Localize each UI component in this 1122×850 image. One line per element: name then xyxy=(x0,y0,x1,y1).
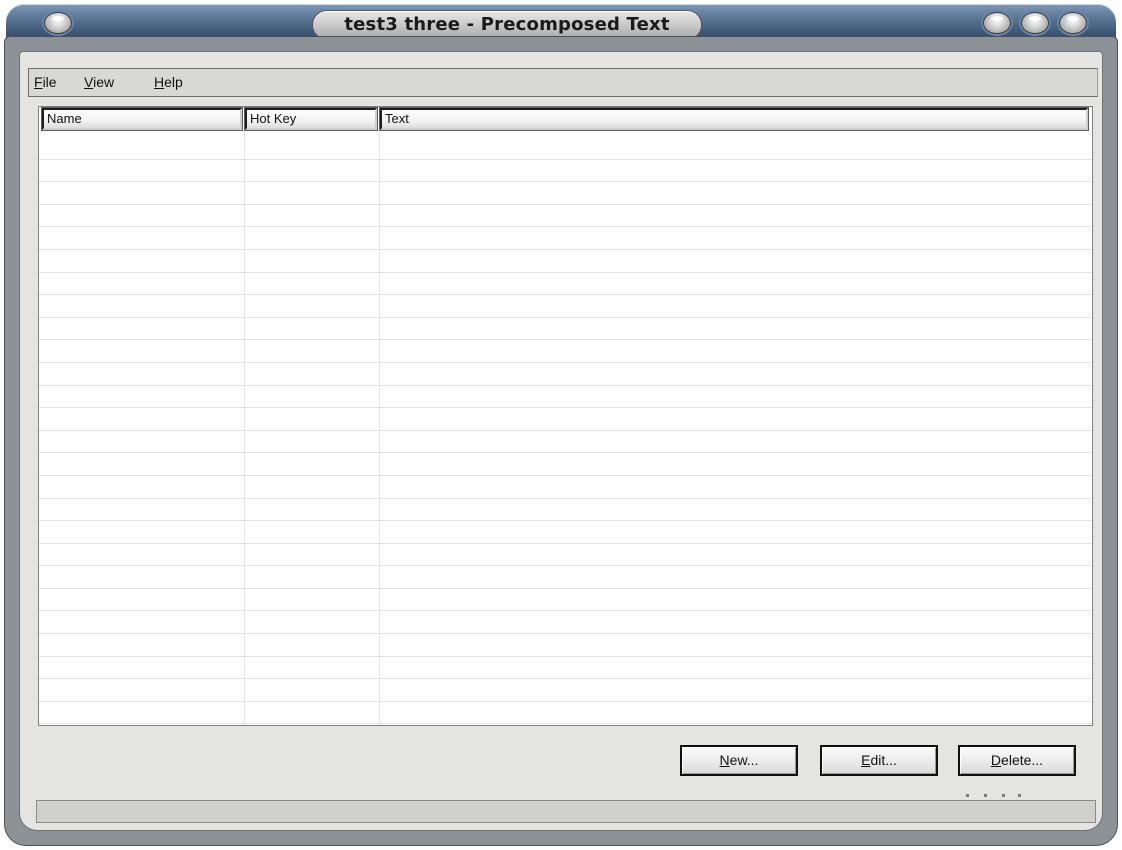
list-rows xyxy=(39,137,1092,725)
table-row[interactable] xyxy=(39,589,1092,612)
delete-button[interactable]: Delete... xyxy=(958,745,1076,776)
precomposed-text-list[interactable]: Name Hot Key Text xyxy=(38,106,1093,726)
table-row[interactable] xyxy=(39,295,1092,318)
table-row[interactable] xyxy=(39,679,1092,702)
table-row[interactable] xyxy=(39,250,1092,273)
size-grip-dot xyxy=(984,794,987,797)
table-row[interactable] xyxy=(39,566,1092,589)
column-header-hot-key[interactable]: Hot Key xyxy=(244,107,378,131)
table-row[interactable] xyxy=(39,205,1092,228)
edit-button[interactable]: Edit... xyxy=(820,745,938,776)
table-row[interactable] xyxy=(39,634,1092,657)
minimize-button[interactable] xyxy=(983,12,1011,34)
table-row[interactable] xyxy=(39,431,1092,454)
menu-bar: File View Help xyxy=(28,68,1098,97)
menu-file[interactable]: File xyxy=(34,74,57,90)
table-row[interactable] xyxy=(39,318,1092,341)
column-header-name[interactable]: Name xyxy=(41,107,243,131)
new-button-accel: N xyxy=(719,752,730,768)
table-row[interactable] xyxy=(39,499,1092,522)
table-row[interactable] xyxy=(39,544,1092,567)
table-row[interactable] xyxy=(39,137,1092,160)
size-grip-dot xyxy=(966,794,969,797)
column-header-text[interactable]: Text xyxy=(379,107,1089,131)
table-row[interactable] xyxy=(39,182,1092,205)
table-row[interactable] xyxy=(39,408,1092,431)
table-row[interactable] xyxy=(39,340,1092,363)
edit-button-label: dit... xyxy=(870,752,897,768)
table-row[interactable] xyxy=(39,160,1092,183)
table-row[interactable] xyxy=(39,521,1092,544)
table-row[interactable] xyxy=(39,476,1092,499)
maximize-button[interactable] xyxy=(1021,12,1049,34)
size-grip-dot xyxy=(1018,794,1021,797)
status-bar xyxy=(36,800,1096,823)
close-button[interactable] xyxy=(1059,12,1087,34)
new-button-label: ew... xyxy=(729,752,759,768)
delete-button-label: elete... xyxy=(1001,752,1044,768)
new-button[interactable]: New... xyxy=(680,745,798,776)
table-row[interactable] xyxy=(39,611,1092,635)
application-window: test3 three - Precomposed Text File View… xyxy=(0,0,1122,850)
menu-help[interactable]: Help xyxy=(154,74,183,90)
menu-file-accel: F xyxy=(34,74,43,90)
table-row[interactable] xyxy=(39,453,1092,476)
system-menu-button[interactable] xyxy=(44,12,72,34)
window-title-text: test3 three - Precomposed Text xyxy=(344,14,670,35)
table-row[interactable] xyxy=(39,227,1092,250)
menu-file-label: ile xyxy=(42,74,57,90)
menu-view-accel: V xyxy=(84,74,94,90)
menu-help-label: elp xyxy=(164,74,183,90)
menu-view-label: iew xyxy=(93,74,115,90)
table-row[interactable] xyxy=(39,657,1092,680)
size-grip-dot xyxy=(1002,794,1005,797)
menu-view[interactable]: View xyxy=(84,74,114,90)
list-header: Name Hot Key Text xyxy=(39,107,1092,133)
table-row[interactable] xyxy=(39,702,1092,725)
menu-help-accel: H xyxy=(154,74,165,90)
table-row[interactable] xyxy=(39,386,1092,409)
table-row[interactable] xyxy=(39,363,1092,386)
table-row[interactable] xyxy=(39,273,1092,296)
delete-button-accel: D xyxy=(990,752,1002,768)
